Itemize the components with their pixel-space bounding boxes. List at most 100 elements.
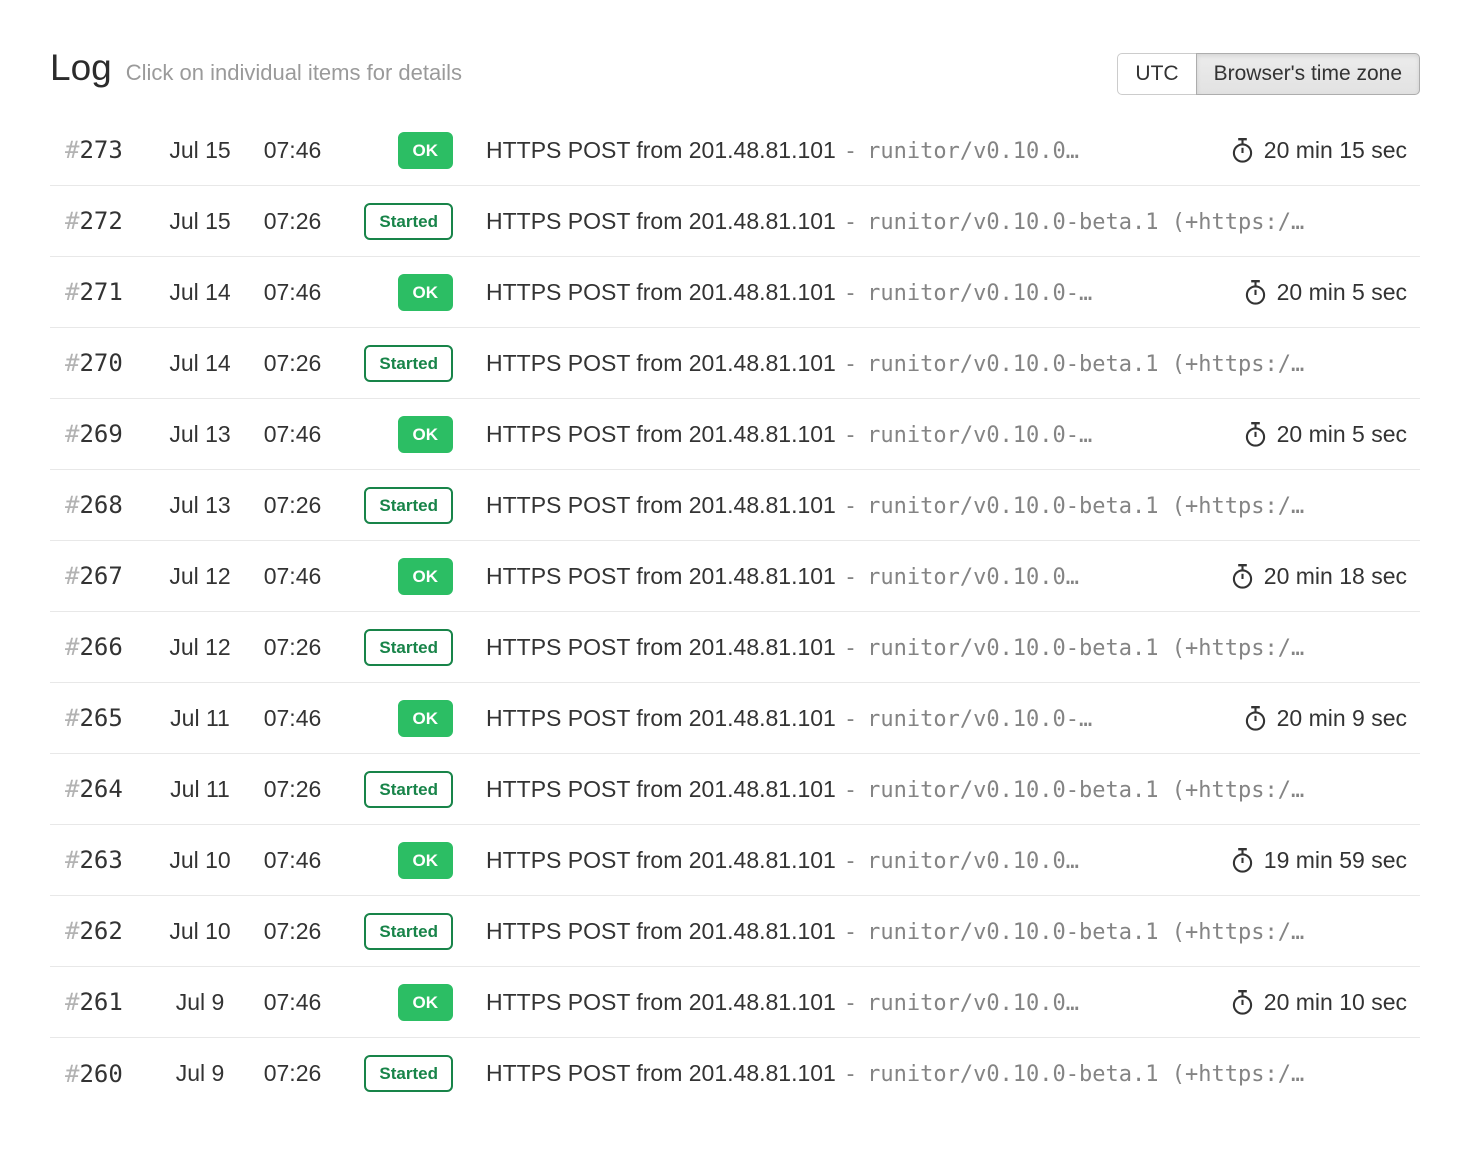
hash-prefix: # bbox=[65, 775, 79, 803]
event-time: 07:26 bbox=[245, 1060, 340, 1087]
log-page: Log Click on individual items for detail… bbox=[0, 0, 1470, 1109]
user-agent-text: -runitor/v0.10.0-beta.1 (+https:/… bbox=[836, 920, 1304, 945]
event-date: Jul 10 bbox=[155, 918, 245, 945]
log-row[interactable]: #267 Jul 12 07:46 OK HTTPS POST from 201… bbox=[50, 541, 1420, 612]
event-time: 07:46 bbox=[245, 989, 340, 1016]
event-time: 07:26 bbox=[245, 776, 340, 803]
event-number: #265 bbox=[65, 704, 155, 732]
log-row[interactable]: #271 Jul 14 07:46 OK HTTPS POST from 201… bbox=[50, 257, 1420, 328]
event-time: 07:26 bbox=[245, 492, 340, 519]
user-agent-text: -runitor/v0.10.0-beta.1 (+https:/… bbox=[836, 636, 1304, 661]
event-date: Jul 12 bbox=[155, 634, 245, 661]
user-agent-text: -runitor/v0.10.0-… bbox=[836, 707, 1092, 732]
event-number: #272 bbox=[65, 207, 155, 235]
event-date: Jul 13 bbox=[155, 421, 245, 448]
log-row[interactable]: #273 Jul 15 07:46 OK HTTPS POST from 201… bbox=[50, 115, 1420, 186]
event-description: HTTPS POST from 201.48.81.101-runitor/v0… bbox=[486, 776, 1407, 803]
utc-button[interactable]: UTC bbox=[1117, 53, 1196, 95]
log-row[interactable]: #272 Jul 15 07:26 Started HTTPS POST fro… bbox=[50, 186, 1420, 257]
event-time: 07:46 bbox=[245, 421, 340, 448]
log-row[interactable]: #270 Jul 14 07:26 Started HTTPS POST fro… bbox=[50, 328, 1420, 399]
timezone-toggle: UTC Browser's time zone bbox=[1117, 53, 1420, 95]
event-duration: 20 min 5 sec bbox=[1243, 279, 1407, 306]
hash-prefix: # bbox=[65, 420, 79, 448]
log-row[interactable]: #265 Jul 11 07:46 OK HTTPS POST from 201… bbox=[50, 683, 1420, 754]
log-row[interactable]: #269 Jul 13 07:46 OK HTTPS POST from 201… bbox=[50, 399, 1420, 470]
status-badge-cell: Started bbox=[340, 203, 453, 240]
log-row[interactable]: #264 Jul 11 07:26 Started HTTPS POST fro… bbox=[50, 754, 1420, 825]
event-date: Jul 10 bbox=[155, 847, 245, 874]
stopwatch-icon bbox=[1230, 989, 1255, 1016]
event-number: #270 bbox=[65, 349, 155, 377]
event-duration: 20 min 10 sec bbox=[1230, 989, 1407, 1016]
status-badge: Started bbox=[364, 345, 453, 382]
event-number: #267 bbox=[65, 562, 155, 590]
event-time: 07:26 bbox=[245, 208, 340, 235]
status-badge: OK bbox=[398, 700, 454, 737]
event-description: HTTPS POST from 201.48.81.101-runitor/v0… bbox=[486, 989, 1214, 1016]
event-text: HTTPS POST from 201.48.81.101 bbox=[486, 492, 836, 518]
event-duration: 20 min 18 sec bbox=[1230, 563, 1407, 590]
duration-text: 20 min 10 sec bbox=[1264, 989, 1407, 1016]
status-badge: OK bbox=[398, 984, 454, 1021]
status-badge-cell: Started bbox=[340, 487, 453, 524]
event-description: HTTPS POST from 201.48.81.101-runitor/v0… bbox=[486, 137, 1214, 164]
event-text: HTTPS POST from 201.48.81.101 bbox=[486, 279, 836, 305]
event-date: Jul 14 bbox=[155, 279, 245, 306]
event-description: HTTPS POST from 201.48.81.101-runitor/v0… bbox=[486, 634, 1407, 661]
log-row[interactable]: #263 Jul 10 07:46 OK HTTPS POST from 201… bbox=[50, 825, 1420, 896]
event-text: HTTPS POST from 201.48.81.101 bbox=[486, 989, 836, 1015]
event-time: 07:26 bbox=[245, 350, 340, 377]
log-row[interactable]: #268 Jul 13 07:26 Started HTTPS POST fro… bbox=[50, 470, 1420, 541]
status-badge: OK bbox=[398, 416, 454, 453]
event-description: HTTPS POST from 201.48.81.101-runitor/v0… bbox=[486, 1060, 1407, 1087]
duration-text: 20 min 18 sec bbox=[1264, 563, 1407, 590]
hash-prefix: # bbox=[65, 562, 79, 590]
log-row[interactable]: #262 Jul 10 07:26 Started HTTPS POST fro… bbox=[50, 896, 1420, 967]
event-date: Jul 9 bbox=[155, 989, 245, 1016]
event-date: Jul 12 bbox=[155, 563, 245, 590]
hash-prefix: # bbox=[65, 988, 79, 1016]
event-date: Jul 13 bbox=[155, 492, 245, 519]
event-number: #268 bbox=[65, 491, 155, 519]
event-text: HTTPS POST from 201.48.81.101 bbox=[486, 634, 836, 660]
event-time: 07:46 bbox=[245, 137, 340, 164]
event-text: HTTPS POST from 201.48.81.101 bbox=[486, 776, 836, 802]
event-description: HTTPS POST from 201.48.81.101-runitor/v0… bbox=[486, 421, 1227, 448]
event-date: Jul 9 bbox=[155, 1060, 245, 1087]
status-badge-cell: OK bbox=[340, 842, 453, 879]
user-agent-text: -runitor/v0.10.0… bbox=[836, 849, 1079, 874]
duration-text: 20 min 9 sec bbox=[1277, 705, 1407, 732]
event-date: Jul 15 bbox=[155, 137, 245, 164]
event-text: HTTPS POST from 201.48.81.101 bbox=[486, 137, 836, 163]
user-agent-text: -runitor/v0.10.0-beta.1 (+https:/… bbox=[836, 352, 1304, 377]
status-badge-cell: OK bbox=[340, 274, 453, 311]
browser-timezone-button[interactable]: Browser's time zone bbox=[1196, 53, 1420, 95]
event-number: #260 bbox=[65, 1060, 155, 1088]
user-agent-text: -runitor/v0.10.0-beta.1 (+https:/… bbox=[836, 210, 1304, 235]
event-description: HTTPS POST from 201.48.81.101-runitor/v0… bbox=[486, 350, 1407, 377]
event-time: 07:46 bbox=[245, 563, 340, 590]
status-badge: Started bbox=[364, 771, 453, 808]
hash-prefix: # bbox=[65, 349, 79, 377]
status-badge-cell: OK bbox=[340, 132, 453, 169]
user-agent-text: -runitor/v0.10.0-beta.1 (+https:/… bbox=[836, 494, 1304, 519]
status-badge-cell: Started bbox=[340, 629, 453, 666]
log-row[interactable]: #261 Jul 9 07:46 OK HTTPS POST from 201.… bbox=[50, 967, 1420, 1038]
event-number: #271 bbox=[65, 278, 155, 306]
hash-prefix: # bbox=[65, 1060, 79, 1088]
log-row[interactable]: #260 Jul 9 07:26 Started HTTPS POST from… bbox=[50, 1038, 1420, 1109]
event-number: #264 bbox=[65, 775, 155, 803]
event-text: HTTPS POST from 201.48.81.101 bbox=[486, 350, 836, 376]
stopwatch-icon bbox=[1243, 705, 1268, 732]
stopwatch-icon bbox=[1230, 563, 1255, 590]
status-badge: Started bbox=[364, 913, 453, 950]
event-description: HTTPS POST from 201.48.81.101-runitor/v0… bbox=[486, 705, 1227, 732]
status-badge-cell: OK bbox=[340, 558, 453, 595]
status-badge: OK bbox=[398, 558, 454, 595]
stopwatch-icon bbox=[1230, 137, 1255, 164]
event-text: HTTPS POST from 201.48.81.101 bbox=[486, 208, 836, 234]
log-row[interactable]: #266 Jul 12 07:26 Started HTTPS POST fro… bbox=[50, 612, 1420, 683]
status-badge: Started bbox=[364, 487, 453, 524]
hash-prefix: # bbox=[65, 704, 79, 732]
